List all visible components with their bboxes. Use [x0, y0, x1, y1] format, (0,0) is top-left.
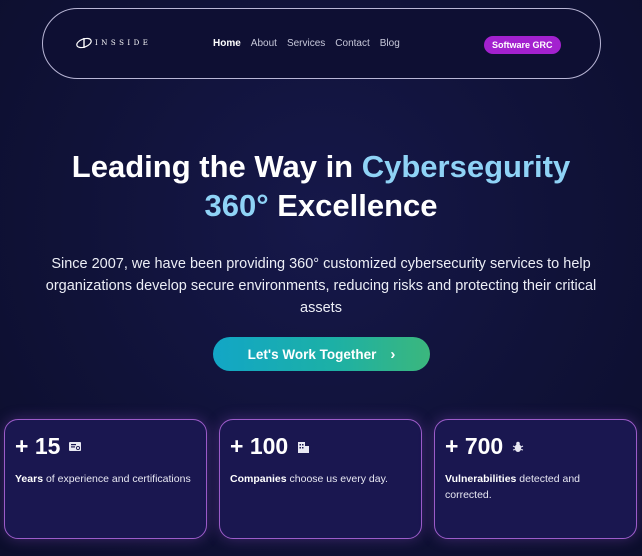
hero-title-part2: Excellence — [268, 188, 438, 223]
cta-label: Let's Work Together — [247, 346, 377, 362]
chevron-right-icon: › — [390, 345, 396, 363]
stat-description: Vulnerabilities detected and corrected. — [445, 471, 625, 503]
logo[interactable]: INSSIDE — [75, 37, 151, 49]
nav-link-blog[interactable]: Blog — [380, 38, 400, 49]
stat-rest: choose us every day. — [286, 473, 388, 485]
software-grc-button[interactable]: Software GRC — [484, 36, 561, 54]
stat-number: + 100 — [230, 433, 289, 459]
certificate-icon — [69, 441, 82, 451]
nav-link-contact[interactable]: Contact — [335, 38, 369, 49]
hero-title-part1: Leading the Way in — [71, 149, 362, 184]
hero-title: Leading the Way in Cybersegurity 360° Ex… — [0, 147, 642, 225]
stat-number: + 700 — [445, 433, 504, 459]
stat-card-vulnerabilities: + 700 Vulnerabilities detected and corre… — [434, 419, 637, 539]
stat-description: Years of experience and certifications — [15, 471, 195, 487]
logo-text: INSSIDE — [95, 39, 152, 47]
stat-card-companies: + 100 Companies choose us every day. — [219, 419, 422, 539]
nav-link-services[interactable]: Services — [287, 38, 325, 49]
nav-link-about[interactable]: About — [251, 38, 277, 49]
nav-link-home[interactable]: Home — [213, 38, 241, 49]
stat-card-years: + 15 Years of experience and certificati… — [4, 419, 207, 539]
hero-title-accent1: Cybersegurity — [361, 149, 571, 184]
hero-title-accent2: 360° — [204, 188, 269, 223]
stat-bold: Years — [15, 473, 44, 485]
hero-subtitle: Since 2007, we have been providing 360° … — [45, 256, 597, 316]
logo-icon — [76, 37, 92, 49]
stat-bold: Vulnerabilities — [445, 473, 517, 485]
stat-description: Companies choose us every day. — [230, 471, 410, 487]
building-icon — [298, 441, 310, 453]
nav-links: Home About Services Contact Blog — [213, 38, 410, 49]
stat-number: + 15 — [15, 433, 61, 459]
navbar: INSSIDE Home About Services Contact Blog… — [42, 8, 601, 79]
stat-bold: Companies — [230, 473, 287, 485]
lets-work-together-button[interactable]: Let's Work Together › — [213, 337, 430, 371]
stat-rest: of experience and certifications — [43, 473, 191, 485]
bug-icon — [512, 441, 524, 452]
